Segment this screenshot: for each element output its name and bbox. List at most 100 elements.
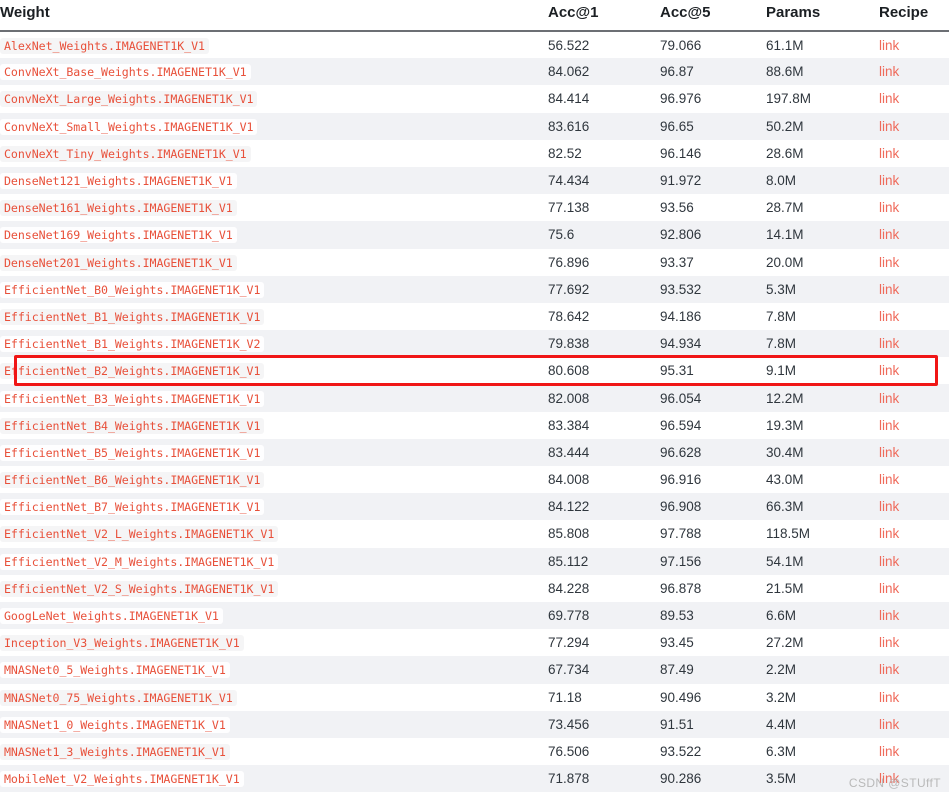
cell-weight: AlexNet_Weights.IMAGENET1K_V1 (0, 31, 548, 58)
weight-enum-name: EfficientNet_B1_Weights.IMAGENET1K_V1 (0, 308, 265, 325)
recipe-link[interactable]: link (879, 173, 899, 188)
cell-acc1: 82.008 (548, 390, 590, 406)
recipe-link[interactable]: link (879, 227, 899, 242)
cell-params: 54.1M (766, 553, 804, 569)
table-header: Weight Acc@1 Acc@5 Params Recipe (0, 0, 949, 32)
table-row: DenseNet201_Weights.IMAGENET1K_V1 76.896 9… (0, 248, 949, 276)
column-header-params[interactable]: Params (766, 0, 879, 32)
recipe-link[interactable]: link (879, 717, 899, 732)
cell-params: 197.8M (766, 91, 812, 107)
cell-acc5: 94.934 (660, 336, 702, 352)
recipe-link[interactable]: link (879, 690, 899, 705)
recipe-link[interactable]: link (879, 499, 899, 514)
cell-acc1: 84.122 (548, 499, 590, 515)
weight-enum-name: EfficientNet_V2_L_Weights.IMAGENET1K_V1 (0, 526, 279, 543)
column-header-weight[interactable]: Weight (0, 0, 548, 32)
weight-enum-name: ConvNeXt_Large_Weights.IMAGENET1K_V1 (0, 91, 258, 108)
cell-weight: MNASNet0_75_Weights.IMAGENET1K_V1 (0, 684, 548, 711)
recipe-link[interactable]: link (879, 554, 899, 569)
recipe-link[interactable]: link (879, 744, 899, 759)
recipe-link[interactable]: link (879, 38, 899, 53)
cell-recipe: link (879, 249, 949, 276)
column-header-recipe[interactable]: Recipe (879, 0, 949, 32)
table-row: MNASNet1_3_Weights.IMAGENET1K_V1 76.506 93… (0, 737, 949, 766)
cell-recipe: link (879, 357, 949, 384)
recipe-link[interactable]: link (879, 608, 899, 623)
weight-enum-name: MNASNet1_3_Weights.IMAGENET1K_V1 (0, 743, 230, 760)
cell-params: 9.1M (766, 363, 797, 379)
cell-recipe: link (879, 656, 949, 683)
cell-weight: ConvNeXt_Small_Weights.IMAGENET1K_V1 (0, 113, 548, 140)
cell-acc5: 91.51 (660, 716, 694, 732)
cell-acc1: 77.692 (548, 281, 590, 297)
cell-weight: ConvNeXt_Base_Weights.IMAGENET1K_V1 (0, 58, 548, 85)
recipe-link[interactable]: link (879, 662, 899, 677)
recipe-link[interactable]: link (879, 581, 899, 596)
cell-params: 118.5M (766, 526, 811, 542)
cell-weight: MNASNet1_0_Weights.IMAGENET1K_V1 (0, 711, 548, 738)
cell-acc1: 69.778 (548, 608, 590, 624)
cell-acc1: 75.6 (548, 227, 575, 243)
cell-weight: MNASNet1_3_Weights.IMAGENET1K_V1 (0, 738, 548, 765)
weight-enum-name: ConvNeXt_Small_Weights.IMAGENET1K_V1 (0, 118, 258, 135)
cell-acc5: 96.146 (660, 145, 702, 161)
column-header-acc5[interactable]: Acc@5 (660, 0, 766, 32)
recipe-link[interactable]: link (879, 635, 899, 650)
cell-acc1: 67.734 (548, 662, 590, 678)
weight-enum-name: EfficientNet_B5_Weights.IMAGENET1K_V1 (0, 444, 265, 461)
cell-acc1: 85.808 (548, 526, 590, 542)
cell-acc1: 77.294 (548, 635, 590, 651)
cell-acc5: 96.878 (660, 580, 702, 596)
table-row: EfficientNet_B6_Weights.IMAGENET1K_V1 84.… (0, 466, 949, 494)
cell-acc1: 82.52 (548, 145, 582, 161)
recipe-link[interactable]: link (879, 309, 899, 324)
cell-acc5: 93.532 (660, 281, 702, 297)
recipe-link[interactable]: link (879, 282, 899, 297)
cell-params: 19.3M (766, 417, 804, 433)
cell-weight: DenseNet201_Weights.IMAGENET1K_V1 (0, 249, 548, 276)
cell-params: 5.3M (766, 281, 797, 297)
cell-acc1: 84.414 (548, 91, 590, 107)
recipe-link[interactable]: link (879, 119, 899, 134)
cell-weight: EfficientNet_B1_Weights.IMAGENET1K_V2 (0, 330, 548, 357)
recipe-link[interactable]: link (879, 526, 899, 541)
table-row: AlexNet_Weights.IMAGENET1K_V1 56.522 79.06… (0, 31, 949, 59)
recipe-link[interactable]: link (879, 200, 899, 215)
cell-recipe: link (879, 548, 949, 575)
recipe-link[interactable]: link (879, 146, 899, 161)
cell-acc1: 71.18 (548, 689, 582, 705)
cell-params: 12.2M (766, 390, 804, 406)
cell-acc1: 85.112 (548, 553, 589, 569)
cell-params: 7.8M (766, 308, 797, 324)
table-row: ConvNeXt_Base_Weights.IMAGENET1K_V1 84.06… (0, 58, 949, 86)
cell-params: 4.4M (766, 716, 797, 732)
recipe-link[interactable]: link (879, 418, 899, 433)
cell-acc5: 93.37 (660, 254, 694, 270)
recipe-link[interactable]: link (879, 255, 899, 270)
weight-enum-name: EfficientNet_B7_Weights.IMAGENET1K_V1 (0, 499, 265, 516)
recipe-link[interactable]: link (879, 445, 899, 460)
recipe-link[interactable]: link (879, 363, 899, 378)
cell-params: 66.3M (766, 499, 804, 515)
cell-params: 21.5M (766, 580, 804, 596)
cell-weight: ConvNeXt_Tiny_Weights.IMAGENET1K_V1 (0, 140, 548, 167)
recipe-link[interactable]: link (879, 336, 899, 351)
cell-acc5: 96.916 (660, 472, 702, 488)
cell-acc5: 96.054 (660, 390, 702, 406)
recipe-link[interactable]: link (879, 64, 899, 79)
recipe-link[interactable]: link (879, 472, 899, 487)
recipe-link[interactable]: link (879, 91, 899, 106)
table-row: MNASNet0_5_Weights.IMAGENET1K_V1 67.734 87… (0, 656, 949, 684)
cell-recipe: link (879, 629, 949, 656)
cell-weight: DenseNet121_Weights.IMAGENET1K_V1 (0, 167, 548, 194)
table-row: EfficientNet_V2_M_Weights.IMAGENET1K_V1 8… (0, 547, 949, 575)
cell-params: 20.0M (766, 254, 804, 270)
recipe-link[interactable]: link (879, 391, 899, 406)
cell-recipe: link (879, 684, 949, 711)
cell-weight: Inception_V3_Weights.IMAGENET1K_V1 (0, 629, 548, 656)
column-header-acc1[interactable]: Acc@1 (548, 0, 660, 32)
cell-acc5: 96.908 (660, 499, 702, 515)
table-row: EfficientNet_B5_Weights.IMAGENET1K_V1 83.… (0, 438, 949, 466)
table-row: DenseNet121_Weights.IMAGENET1K_V1 74.434 9… (0, 166, 949, 195)
cell-recipe: link (879, 738, 949, 765)
